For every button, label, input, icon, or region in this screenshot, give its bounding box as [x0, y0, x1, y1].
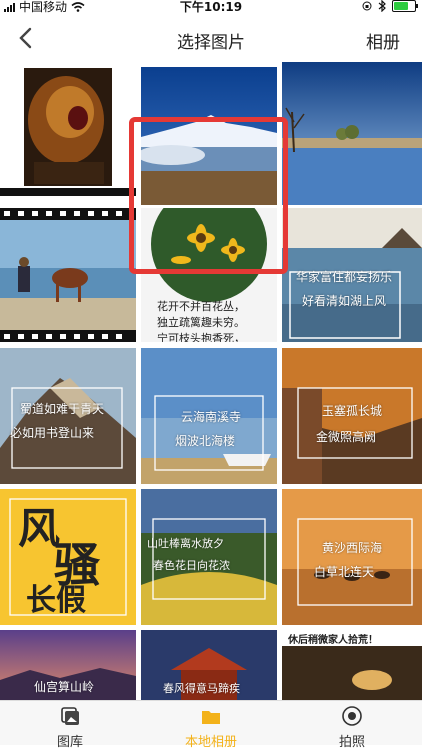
photo-night-street[interactable]: 休后稍微家人拾荒！ [282, 630, 422, 700]
terraces-line1: 山吐棒离水放夕 [147, 537, 224, 550]
great-wall-line2: 金微照高阙 [316, 430, 377, 444]
flower-poem-line2: 独立疏篱趣未穷。 [157, 316, 245, 329]
boat-sea-line2: 烟波北海楼 [175, 434, 236, 448]
desert-line1: 黄沙西际海 [322, 541, 383, 555]
orientation-lock-icon [362, 1, 372, 11]
tab-gallery[interactable]: 图库 [0, 701, 140, 750]
folder-icon [202, 711, 220, 724]
photo-lion[interactable] [0, 62, 136, 205]
camera-shutter-icon [342, 706, 362, 726]
lake-pavilion-line2: 好看清如湖上风 [302, 294, 387, 308]
photo-boat-sea[interactable]: 云海南溪寺 烟波北海楼 [141, 348, 277, 484]
great-wall-line1: 玉塞孤长城 [322, 404, 383, 418]
photo-lake-pavilion[interactable]: 华家富住都妄扬乐 好看清如湖上风 [282, 208, 422, 342]
tab-local-album[interactable]: 本地相册 [141, 701, 281, 750]
mountain-cliff-line2: 必如用书登山来 [10, 426, 95, 440]
tab-camera-label: 拍照 [338, 735, 365, 750]
battery-icon [392, 0, 418, 12]
tab-bar: 图库 本地相册 拍照 [0, 700, 422, 750]
lake-pavilion-line1: 华家富住都妄扬乐 [296, 270, 393, 284]
sunset-line1: 仙宫算山岭 [34, 680, 95, 694]
photo-terraces[interactable]: 山吐棒离水放夕 春色花日向花浓 [141, 489, 277, 625]
photo-desert-camels[interactable]: 黄沙西际海 白草北连天 [282, 489, 422, 625]
tab-local-album-label: 本地相册 [184, 735, 237, 750]
page-title: 选择图片 [177, 33, 245, 53]
status-bar: 中国移动 下午10:19 [0, 0, 422, 14]
night-street-caption: 休后稍微家人拾荒！ [288, 635, 378, 646]
photo-great-wall[interactable]: 玉塞孤长城 金微照高阙 [282, 348, 422, 484]
tab-gallery-label: 图库 [56, 735, 83, 750]
mountain-cliff-line1: 蜀道如难于青天 [20, 402, 105, 416]
photo-calligraphy-poster[interactable]: 风 骚 长假 [0, 489, 136, 625]
flower-poem-line1: 花开不并百花丛， [157, 300, 245, 313]
photo-lake-tree[interactable] [282, 62, 422, 205]
temple-line1: 春风得意马蹄疾 [163, 682, 240, 695]
album-button[interactable]: 相册 [366, 28, 400, 53]
terraces-line2: 春色花日向花浓 [153, 559, 230, 572]
photo-grid: 花开不并百花丛， 独立疏篱趣未穷。 宁可枝头抱香死， 华家富住都妄扬乐 好看清如… [0, 62, 422, 700]
selection-frame [129, 117, 288, 274]
photo-sunset-mountains[interactable]: 仙宫算山岭 [0, 630, 136, 700]
photo-temple[interactable]: 春风得意马蹄疾 [141, 630, 277, 700]
desert-line2: 白草北连天 [314, 565, 375, 579]
status-right [362, 0, 418, 12]
tab-camera[interactable]: 拍照 [282, 701, 422, 750]
gallery-icon [61, 707, 79, 725]
bluetooth-icon [378, 0, 386, 12]
calligraphy-char3: 长假 [26, 583, 86, 618]
photo-mountain-cliff[interactable]: 蜀道如难于青天 必如用书登山来 [0, 348, 136, 484]
nav-bar: 选择图片 相册 [0, 14, 422, 62]
photo-horse-beach[interactable] [0, 208, 136, 342]
status-time: 下午10:19 [179, 0, 243, 14]
boat-sea-line1: 云海南溪寺 [181, 410, 242, 424]
flower-poem-line3: 宁可枝头抱香死， [157, 332, 245, 342]
